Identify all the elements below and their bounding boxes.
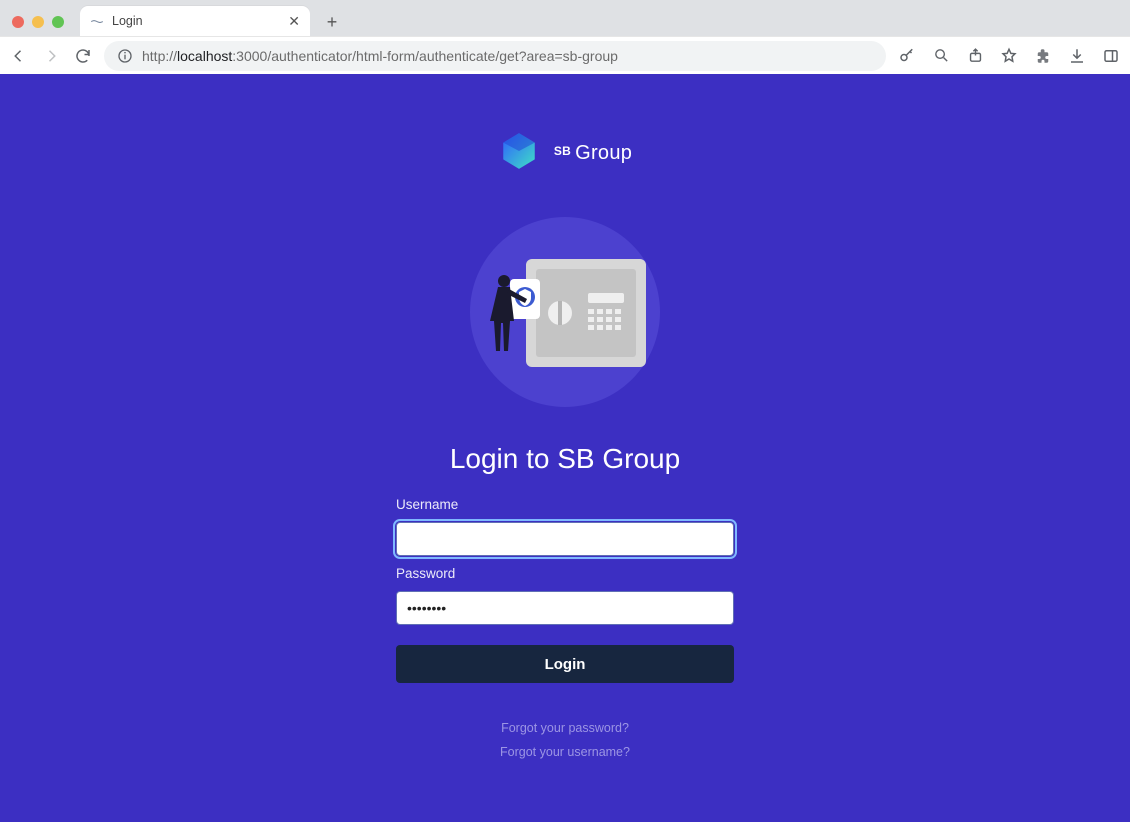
window-controls	[12, 16, 72, 36]
browser-chrome: Login ✕ + http://localhost:3000/authenti…	[0, 0, 1130, 74]
tab-favicon-icon	[90, 14, 104, 28]
login-form: Username Password Login	[396, 497, 734, 683]
address-bar[interactable]: http://localhost:3000/authenticator/html…	[104, 41, 886, 71]
url-path: :3000/authenticator/html-form/authentica…	[232, 48, 618, 64]
tab-title: Login	[112, 14, 280, 28]
tab-strip: Login ✕ +	[0, 0, 1130, 36]
forward-icon[interactable]	[42, 47, 60, 65]
brand: SB Group	[498, 130, 632, 177]
password-label: Password	[396, 566, 734, 581]
url-text: http://localhost:3000/authenticator/html…	[142, 48, 618, 64]
browser-toolbar: http://localhost:3000/authenticator/html…	[0, 36, 1130, 74]
password-input[interactable]	[396, 591, 734, 625]
username-input[interactable]	[396, 522, 734, 556]
panel-icon[interactable]	[1102, 47, 1120, 65]
brand-sb: SB	[554, 144, 571, 158]
forgot-password-link[interactable]: Forgot your password?	[501, 721, 629, 735]
window-close-icon[interactable]	[12, 16, 24, 28]
share-icon[interactable]	[966, 47, 984, 65]
page-body: SBGroup Login to SB Group Username P	[0, 74, 1130, 822]
helper-links: Forgot your password? Forgot your userna…	[500, 721, 630, 759]
site-info-icon[interactable]	[116, 47, 134, 65]
browser-tab[interactable]: Login ✕	[80, 6, 310, 36]
key-icon[interactable]	[898, 47, 916, 65]
search-icon[interactable]	[932, 47, 950, 65]
url-host: localhost	[177, 48, 232, 64]
brand-logo-icon	[498, 130, 540, 177]
tab-close-icon[interactable]: ✕	[288, 13, 300, 30]
window-maximize-icon[interactable]	[52, 16, 64, 28]
extensions-icon[interactable]	[1034, 47, 1052, 65]
hero-illustration	[470, 217, 660, 407]
back-icon[interactable]	[10, 47, 28, 65]
brand-group: Group	[575, 142, 632, 164]
login-button[interactable]: Login	[396, 645, 734, 683]
new-tab-button[interactable]: +	[318, 8, 346, 36]
window-minimize-icon[interactable]	[32, 16, 44, 28]
username-label: Username	[396, 497, 734, 512]
url-prefix: http://	[142, 48, 177, 64]
bookmark-star-icon[interactable]	[1000, 47, 1018, 65]
forgot-username-link[interactable]: Forgot your username?	[500, 745, 630, 759]
brand-text: SB Group	[554, 142, 632, 165]
reload-icon[interactable]	[74, 47, 92, 65]
page-heading: Login to SB Group	[450, 443, 680, 475]
download-icon[interactable]	[1068, 47, 1086, 65]
